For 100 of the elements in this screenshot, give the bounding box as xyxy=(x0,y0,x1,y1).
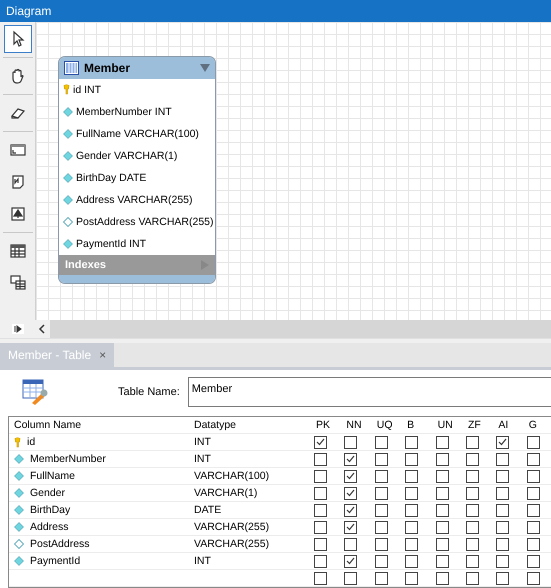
column-name-cell[interactable]: Gender xyxy=(30,487,66,500)
column-header[interactable]: ZF xyxy=(462,419,494,432)
pointer-tool-button[interactable] xyxy=(4,24,32,53)
checkbox[interactable] xyxy=(344,452,358,466)
checkbox[interactable] xyxy=(436,486,449,500)
checkbox[interactable] xyxy=(496,554,510,568)
checkbox[interactable] xyxy=(436,436,449,449)
checkbox[interactable] xyxy=(314,504,327,517)
checkbox[interactable] xyxy=(314,520,327,534)
checkbox[interactable] xyxy=(466,486,479,500)
checkbox[interactable] xyxy=(436,554,449,568)
checkbox[interactable] xyxy=(526,470,540,483)
checkbox[interactable] xyxy=(314,538,327,551)
checkbox[interactable] xyxy=(405,504,418,517)
datatype-cell[interactable]: INT xyxy=(194,436,211,448)
column-name-cell[interactable]: PaymentId xyxy=(30,555,80,568)
checkbox[interactable] xyxy=(526,538,540,551)
column-name-cell[interactable]: id xyxy=(27,436,36,448)
checkbox[interactable] xyxy=(374,486,388,500)
datatype-cell[interactable]: INT xyxy=(194,453,211,466)
column-header[interactable]: PK xyxy=(311,419,342,432)
checkbox[interactable] xyxy=(466,554,479,568)
checkbox[interactable] xyxy=(405,538,418,551)
checkbox[interactable] xyxy=(344,572,358,585)
checkbox[interactable] xyxy=(496,452,510,466)
column-header[interactable]: B xyxy=(402,419,433,432)
checkbox[interactable] xyxy=(344,554,358,568)
datatype-cell[interactable]: INT xyxy=(194,555,211,568)
checkbox[interactable] xyxy=(374,554,388,568)
checkbox[interactable] xyxy=(405,572,418,585)
column-header[interactable]: NN xyxy=(341,419,372,432)
checkbox[interactable] xyxy=(405,486,418,500)
checkbox[interactable] xyxy=(466,538,479,551)
checkbox[interactable] xyxy=(314,436,327,449)
checkbox[interactable] xyxy=(314,572,327,585)
checkbox[interactable] xyxy=(436,504,449,517)
checkbox[interactable] xyxy=(496,436,510,449)
checkbox[interactable] xyxy=(374,452,388,466)
checkbox[interactable] xyxy=(496,520,510,534)
checkbox[interactable] xyxy=(466,520,479,534)
column-name-cell[interactable]: Address xyxy=(30,521,69,534)
checkbox[interactable] xyxy=(344,486,358,500)
checkbox[interactable] xyxy=(466,470,479,483)
collapse-icon[interactable] xyxy=(200,64,210,72)
checkbox[interactable] xyxy=(496,572,510,585)
datatype-cell[interactable]: DATE xyxy=(194,504,222,516)
datatype-cell[interactable]: VARCHAR(255) xyxy=(194,538,270,550)
checkbox[interactable] xyxy=(466,452,479,466)
checkbox[interactable] xyxy=(496,504,510,517)
column-header[interactable]: UQ xyxy=(372,419,402,432)
column-header[interactable]: AI xyxy=(493,419,524,432)
checkbox[interactable] xyxy=(526,436,540,449)
checkbox[interactable] xyxy=(344,538,358,551)
column-header[interactable]: G xyxy=(524,419,551,432)
column-header[interactable]: Column Name xyxy=(9,419,189,432)
checkbox[interactable] xyxy=(436,470,449,483)
checkbox[interactable] xyxy=(344,436,358,449)
checkbox[interactable] xyxy=(405,436,418,449)
checkbox[interactable] xyxy=(526,452,540,466)
column-name-cell[interactable]: MemberNumber xyxy=(30,453,106,466)
checkbox[interactable] xyxy=(526,486,540,500)
checkbox[interactable] xyxy=(314,486,327,500)
toggle-panel-icon[interactable] xyxy=(12,324,24,334)
checkbox[interactable] xyxy=(436,572,449,585)
checkbox[interactable] xyxy=(314,470,327,483)
checkbox[interactable] xyxy=(405,554,418,568)
column-name-cell[interactable]: PostAddress xyxy=(30,538,90,550)
checkbox[interactable] xyxy=(344,504,358,517)
table-name-field[interactable]: Member xyxy=(188,377,551,408)
entity-card[interactable]: Member id INT MemberNumber INT FullName VARCHAR(100) Gender VARCHAR(1) BirthDay DATE Address VARCHAR(255) PostAddress VARCHAR(255) PaymentId INT Indexes xyxy=(58,56,216,284)
checkbox[interactable] xyxy=(374,470,388,483)
checkbox[interactable] xyxy=(405,520,418,534)
checkbox[interactable] xyxy=(526,572,540,585)
checkbox[interactable] xyxy=(436,520,449,534)
column-header[interactable]: Datatype xyxy=(189,419,311,432)
checkbox[interactable] xyxy=(526,554,540,568)
checkbox[interactable] xyxy=(436,538,449,551)
checkbox[interactable] xyxy=(374,504,388,517)
checkbox[interactable] xyxy=(526,504,540,517)
horizontal-scrollbar[interactable] xyxy=(50,320,551,338)
checkbox[interactable] xyxy=(466,572,479,585)
checkbox[interactable] xyxy=(405,452,418,466)
datatype-cell[interactable]: VARCHAR(1) xyxy=(194,487,258,500)
datatype-cell[interactable]: VARCHAR(255) xyxy=(194,521,270,534)
close-button[interactable]: × xyxy=(99,348,106,362)
column-header[interactable]: UN xyxy=(432,419,463,432)
checkbox[interactable] xyxy=(496,470,510,483)
checkbox[interactable] xyxy=(374,436,388,449)
checkbox[interactable] xyxy=(314,554,327,568)
checkbox[interactable] xyxy=(526,520,540,534)
checkbox[interactable] xyxy=(405,470,418,483)
checkbox[interactable] xyxy=(496,486,510,500)
checkbox[interactable] xyxy=(374,572,388,585)
checkbox[interactable] xyxy=(466,504,479,517)
column-name-cell[interactable]: FullName xyxy=(30,470,75,482)
checkbox[interactable] xyxy=(374,520,388,534)
column-name-cell[interactable]: BirthDay xyxy=(30,504,70,516)
checkbox[interactable] xyxy=(466,436,479,449)
checkbox[interactable] xyxy=(436,452,449,466)
checkbox[interactable] xyxy=(314,452,327,466)
